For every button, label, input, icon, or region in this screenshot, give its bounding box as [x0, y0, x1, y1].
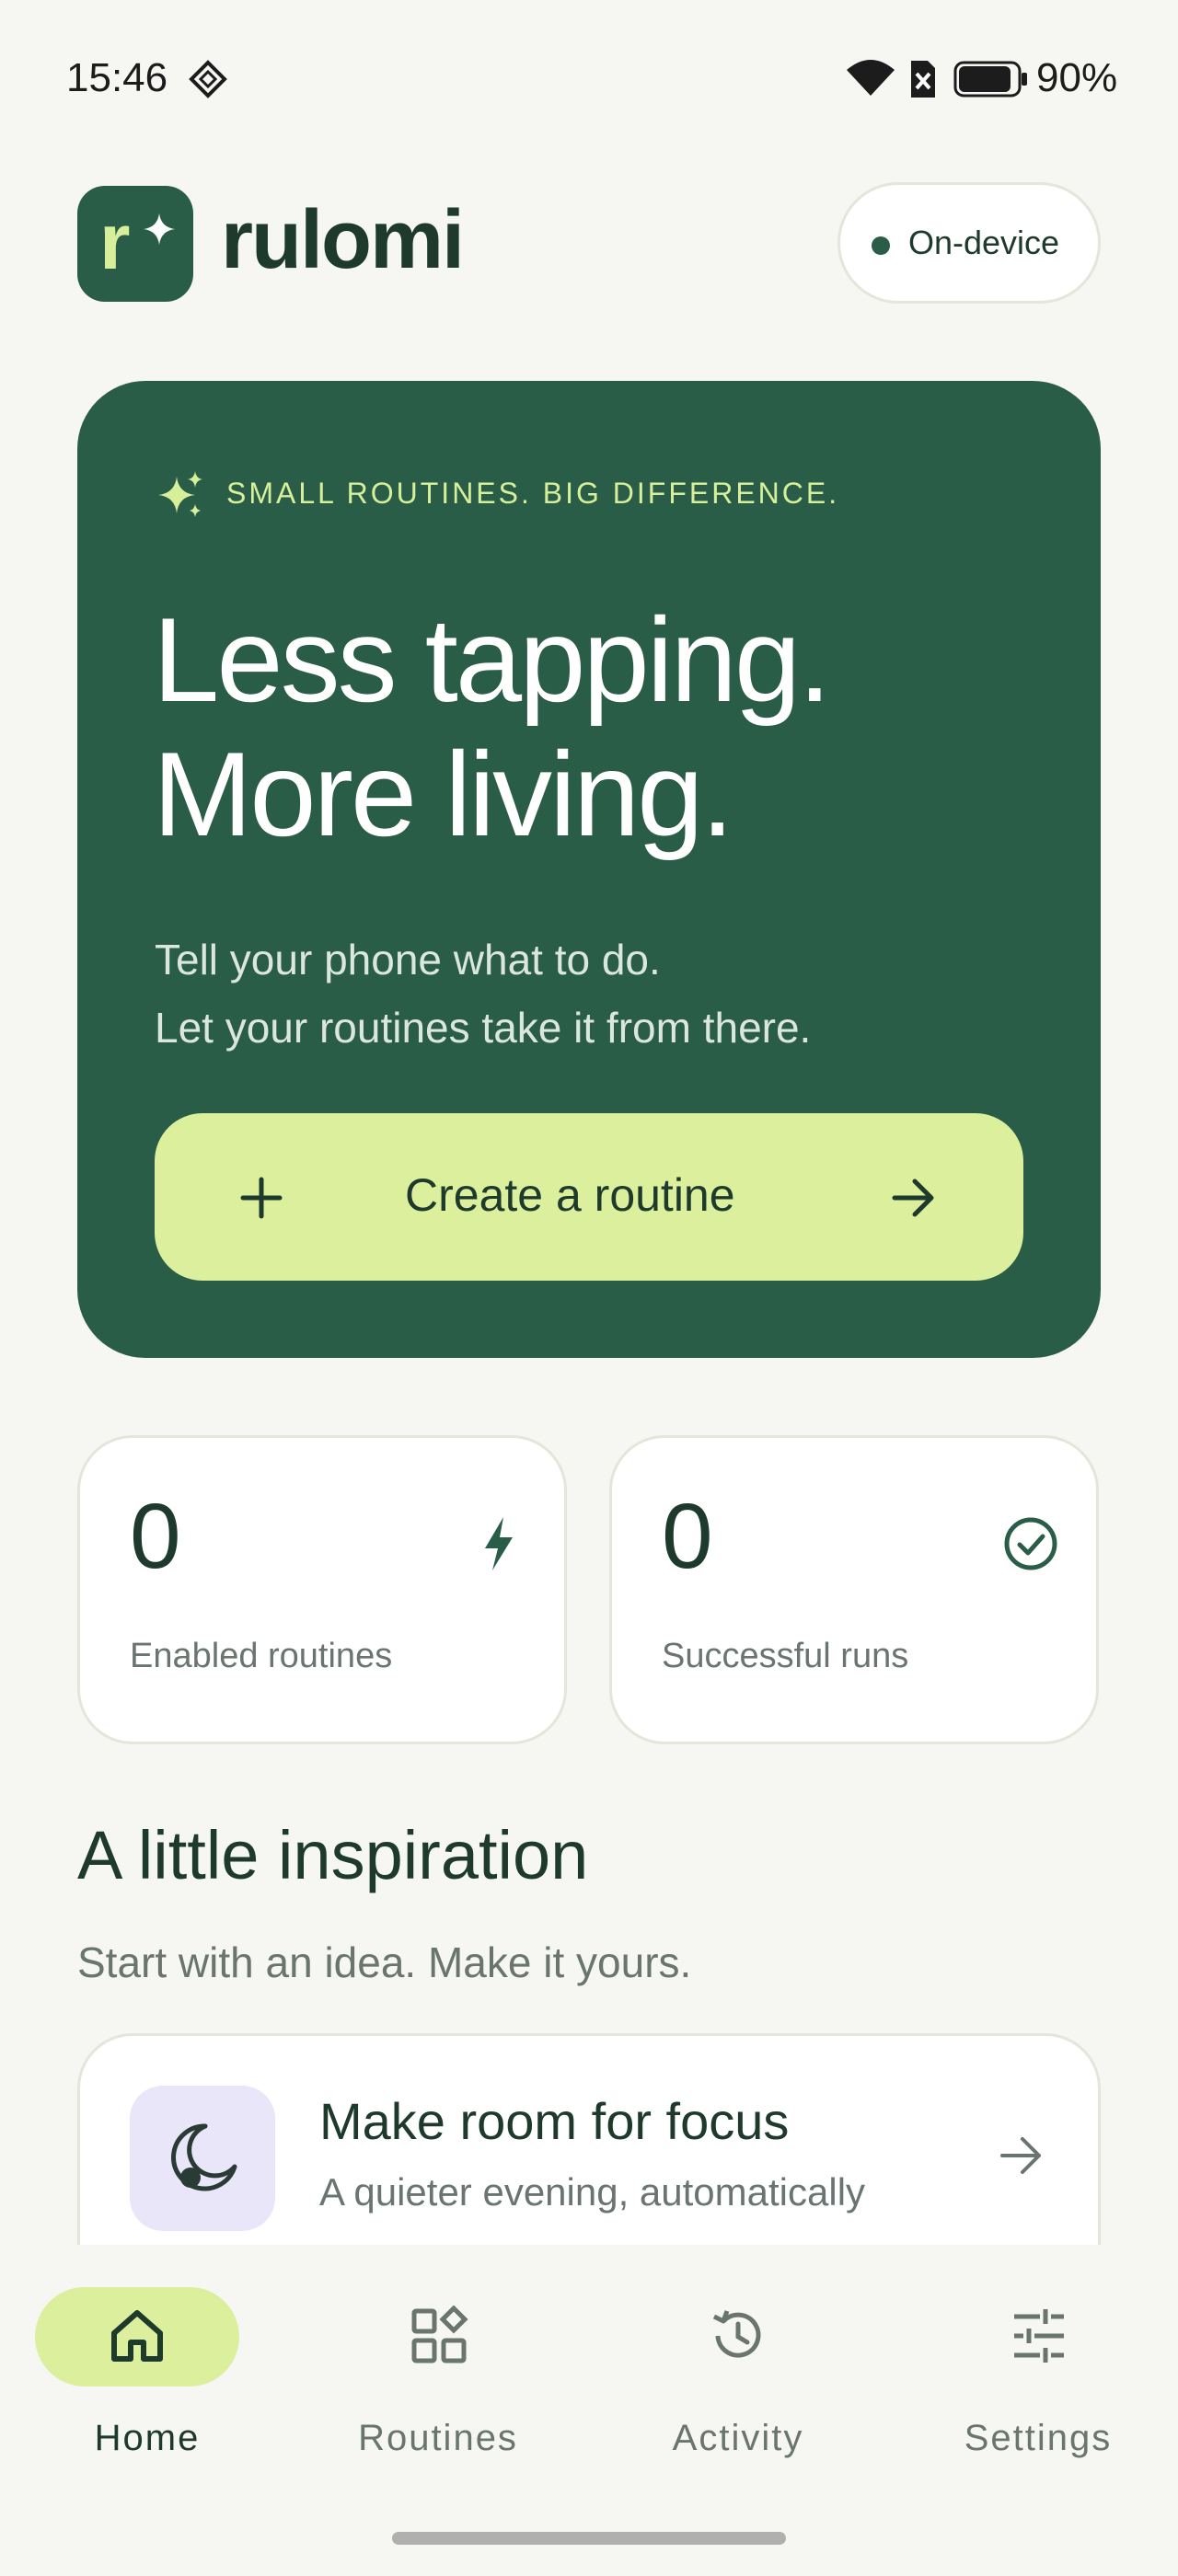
successful-runs-card[interactable]: 0 Successful runs [609, 1435, 1099, 1744]
enabled-routines-count: 0 [130, 1485, 181, 1588]
plus-icon [240, 1177, 283, 1219]
notification-diamond-icon [189, 60, 227, 98]
bolt-icon [485, 1517, 513, 1570]
app-name: rulomi [221, 194, 465, 286]
routines-grid-icon [411, 2306, 468, 2363]
idea-subtitle: A quieter evening, automatically [319, 2170, 866, 2214]
battery-icon [953, 61, 1027, 98]
enabled-routines-label: Enabled routines [130, 1637, 393, 1675]
no-sim-icon [911, 61, 935, 98]
wifi-icon [847, 60, 895, 96]
successful-runs-count: 0 [662, 1485, 713, 1588]
enabled-routines-card[interactable]: 0 Enabled routines [77, 1435, 567, 1744]
headline-line-1: Less tapping. [153, 592, 831, 727]
battery-percent: 90% [1036, 55, 1118, 100]
arrow-right-icon [892, 1179, 934, 1217]
inspiration-title: A little inspiration [77, 1817, 589, 1893]
idea-card-focus[interactable]: Make room for focus A quieter evening, a… [77, 2033, 1101, 2254]
bottom-nav: Home Routines Activity Settings [0, 2245, 1178, 2576]
sparkle-icon [144, 213, 175, 245]
nav-routines-label: Routines [358, 2418, 518, 2458]
nav-activity[interactable]: Activity [591, 2287, 885, 2471]
hero-tagline: SMALL ROUTINES. BIG DIFFERENCE. [226, 477, 840, 510]
nav-settings[interactable]: Settings [891, 2287, 1178, 2471]
hero-subtitle: Tell your phone what to do. Let your rou… [155, 926, 1075, 1062]
nav-home[interactable]: Home [0, 2287, 294, 2471]
gesture-handle[interactable] [392, 2532, 786, 2545]
arrow-right-icon [1000, 2137, 1041, 2174]
create-routine-button[interactable]: Create a routine [155, 1113, 1023, 1281]
sliders-icon [1014, 2309, 1064, 2363]
nav-settings-label: Settings [964, 2418, 1113, 2458]
inspiration-subtitle: Start with an idea. Make it yours. [77, 1938, 692, 1986]
hero-card: SMALL ROUTINES. BIG DIFFERENCE. Less tap… [77, 381, 1101, 1358]
nav-activity-label: Activity [672, 2418, 804, 2458]
status-dot [872, 236, 890, 255]
headline-line-2: More living. [153, 727, 734, 861]
on-device-label: On-device [908, 224, 1060, 261]
idea-icon-tile [130, 2086, 275, 2231]
app-logo: r [77, 186, 193, 302]
status-time: 15:46 [66, 55, 168, 100]
on-device-badge[interactable]: On-device [837, 182, 1101, 304]
logo-letter: r [99, 198, 131, 286]
status-bar: 15:46 90% [0, 0, 1178, 156]
moon-icon [171, 2123, 237, 2191]
subtitle-line-2: Let your routines take it from there. [155, 1004, 812, 1052]
home-icon [111, 2310, 163, 2362]
idea-title: Make room for focus [319, 2092, 790, 2150]
successful-runs-label: Successful runs [662, 1637, 909, 1675]
sparkles-icon [158, 471, 202, 517]
create-routine-label: Create a routine [405, 1169, 735, 1221]
check-circle-icon [1004, 1517, 1057, 1570]
hero-headline: Less tapping. More living. [153, 592, 1036, 861]
history-icon [712, 2310, 761, 2358]
nav-routines[interactable]: Routines [291, 2287, 585, 2471]
subtitle-line-1: Tell your phone what to do. [155, 936, 661, 983]
nav-home-label: Home [94, 2418, 201, 2458]
